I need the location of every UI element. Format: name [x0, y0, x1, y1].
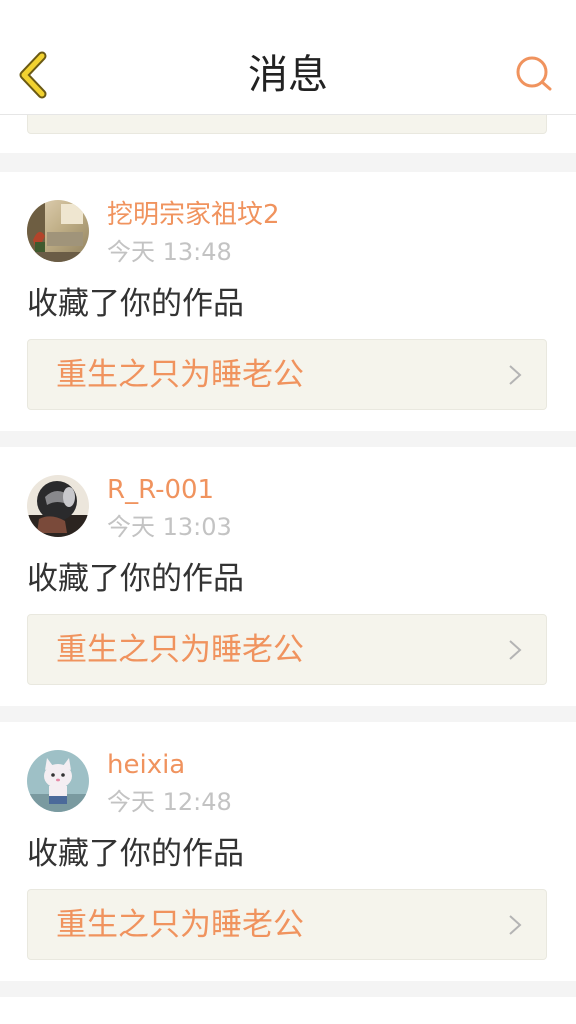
next-message-card-partial — [0, 997, 576, 1024]
work-link[interactable]: 重生之只为睡老公 — [27, 614, 547, 685]
message-card: heixia 今天 12:48 收藏了你的作品 重生之只为睡老公 — [0, 722, 576, 981]
work-title: 重生之只为睡老公 — [56, 632, 304, 668]
message-card: R_R-001 今天 13:03 收藏了你的作品 重生之只为睡老公 — [0, 447, 576, 706]
page-title: 消息 — [248, 52, 328, 98]
message-card: 挖明宗家祖坟2 今天 13:48 收藏了你的作品 重生之只为睡老公 — [0, 172, 576, 431]
timestamp: 今天 13:48 — [107, 238, 232, 266]
timestamp: 今天 13:03 — [107, 513, 232, 541]
username[interactable]: 挖明宗家祖坟2 — [107, 198, 280, 232]
action-text: 收藏了你的作品 — [27, 286, 244, 322]
previous-message-card-partial — [0, 115, 576, 153]
action-text: 收藏了你的作品 — [27, 561, 244, 597]
top-nav-bar: 消息 — [0, 0, 576, 115]
chevron-right-icon — [509, 915, 522, 935]
previous-work-link[interactable] — [27, 115, 547, 134]
chevron-right-icon — [509, 365, 522, 385]
timestamp: 今天 12:48 — [107, 788, 232, 816]
work-title: 重生之只为睡老公 — [56, 907, 304, 943]
work-title: 重生之只为睡老公 — [56, 357, 304, 393]
username[interactable]: heixia — [107, 748, 185, 782]
search-button[interactable] — [514, 54, 554, 94]
action-text: 收藏了你的作品 — [27, 836, 244, 872]
work-link[interactable]: 重生之只为睡老公 — [27, 339, 547, 410]
search-icon — [516, 56, 552, 91]
username[interactable]: R_R-001 — [107, 473, 214, 507]
avatar[interactable] — [27, 200, 89, 262]
message-list[interactable]: 挖明宗家祖坟2 今天 13:48 收藏了你的作品 重生之只为睡老公 R_R-00… — [0, 115, 576, 1024]
avatar[interactable] — [27, 475, 89, 537]
avatar[interactable] — [27, 750, 89, 812]
chevron-right-icon — [509, 640, 522, 660]
work-link[interactable]: 重生之只为睡老公 — [27, 889, 547, 960]
